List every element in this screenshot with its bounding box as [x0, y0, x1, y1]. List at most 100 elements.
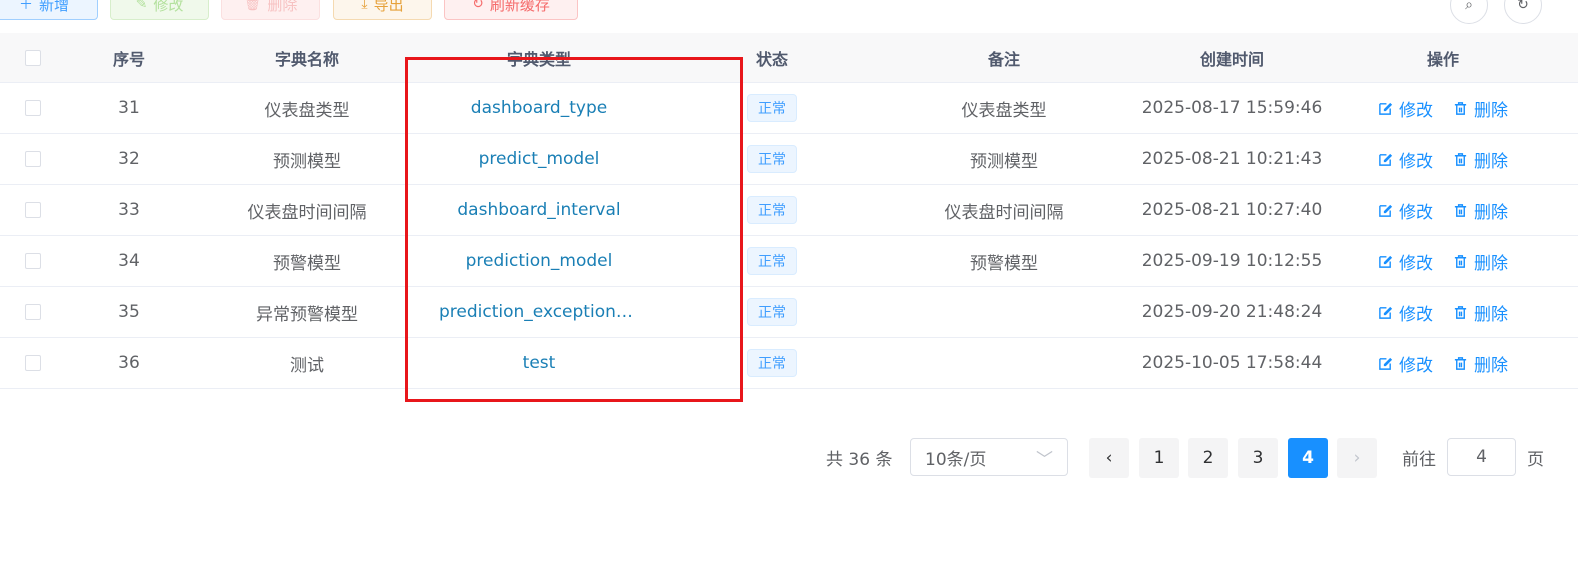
export-button[interactable]: ⤓ 导出: [333, 0, 432, 20]
row-edit-label: 修改: [1399, 151, 1433, 172]
status-badge: 正常: [747, 349, 797, 377]
row-type-link[interactable]: prediction_exception_…: [439, 302, 639, 322]
edit-button-label: 修改: [153, 0, 184, 14]
row-edit-button[interactable]: 修改: [1378, 96, 1433, 121]
page-button-2[interactable]: 2: [1188, 438, 1228, 478]
table-header: 序号 字典名称 字典类型 状态 备注 创建时间 操作: [0, 33, 1578, 83]
row-edit-button[interactable]: 修改: [1378, 300, 1433, 325]
row-delete-button[interactable]: 删除: [1453, 147, 1508, 172]
select-all-checkbox[interactable]: [25, 49, 41, 66]
refresh-cache-button-label: 刷新缓存: [489, 0, 550, 14]
row-delete-button[interactable]: 删除: [1453, 300, 1508, 325]
row-created: 2025-08-21 10:27:40: [1141, 200, 1323, 220]
row-edit-label: 修改: [1399, 253, 1433, 274]
status-badge: 正常: [747, 196, 797, 224]
row-created: 2025-09-19 10:12:55: [1141, 251, 1323, 271]
dict-table: 序号 字典名称 字典类型 状态 备注 创建时间 操作 31 仪表盘类型 dash…: [0, 33, 1578, 389]
row-checkbox[interactable]: [25, 202, 41, 218]
row-checkbox[interactable]: [25, 151, 41, 167]
row-edit-label: 修改: [1399, 202, 1433, 223]
header-actions: 操作: [1426, 49, 1459, 69]
refresh-icon: ↻: [472, 0, 484, 12]
refresh-cache-button[interactable]: ↻ 刷新缓存: [444, 0, 578, 20]
row-index: 36: [118, 353, 140, 373]
row-index: 32: [118, 149, 140, 169]
header-index: 序号: [112, 49, 145, 69]
row-name: 仪表盘类型: [264, 100, 350, 121]
row-edit-button[interactable]: 修改: [1378, 198, 1433, 223]
chevron-right-icon: ›: [1353, 448, 1361, 468]
row-delete-button[interactable]: 删除: [1453, 96, 1508, 121]
status-badge: 正常: [747, 298, 797, 326]
next-page-button[interactable]: ›: [1337, 438, 1377, 478]
total-count: 共 36 条: [826, 449, 893, 470]
row-type-link[interactable]: prediction_model: [466, 251, 613, 271]
row-type-link[interactable]: dashboard_interval: [457, 200, 620, 220]
row-index: 33: [118, 200, 140, 220]
row-delete-label: 删除: [1474, 253, 1508, 274]
edit-icon: [1379, 153, 1393, 166]
edit-icon: [1379, 102, 1393, 115]
table-row: 36 测试 test 正常 2025-10-05 17:58:44 修改 删除: [0, 338, 1578, 389]
table-row: 31 仪表盘类型 dashboard_type 正常 仪表盘类型 2025-08…: [0, 83, 1578, 134]
row-created: 2025-08-17 15:59:46: [1141, 98, 1323, 118]
row-type-link[interactable]: dashboard_type: [471, 98, 607, 118]
row-type-link[interactable]: test: [523, 353, 556, 373]
table-row: 32 预测模型 predict_model 正常 预测模型 2025-08-21…: [0, 134, 1578, 185]
row-name: 异常预警模型: [256, 304, 358, 325]
row-checkbox[interactable]: [25, 304, 41, 320]
add-button[interactable]: ＋ 新增: [0, 0, 98, 20]
row-delete-label: 删除: [1474, 355, 1508, 376]
header-type: 字典类型: [506, 49, 571, 69]
row-name: 仪表盘时间间隔: [247, 202, 367, 223]
page-button-3[interactable]: 3: [1238, 438, 1278, 478]
export-button-label: 导出: [373, 0, 404, 14]
edit-button[interactable]: ✎ 修改: [110, 0, 209, 20]
status-badge: 正常: [747, 145, 797, 173]
row-delete-button[interactable]: 删除: [1453, 198, 1508, 223]
trash-icon: [1454, 203, 1467, 217]
row-edit-button[interactable]: 修改: [1378, 147, 1433, 172]
status-badge: 正常: [747, 94, 797, 122]
row-checkbox[interactable]: [25, 100, 41, 116]
edit-icon: [1379, 204, 1393, 217]
delete-button[interactable]: 🗑 删除: [221, 0, 320, 20]
chevron-left-icon: ‹: [1105, 448, 1113, 468]
row-created: 2025-09-20 21:48:24: [1141, 302, 1323, 322]
trash-icon: [1454, 305, 1467, 319]
table-row: 35 异常预警模型 prediction_exception_… 正常 2025…: [0, 287, 1578, 338]
row-delete-button[interactable]: 删除: [1453, 351, 1508, 376]
table-row: 34 预警模型 prediction_model 正常 预警模型 2025-09…: [0, 236, 1578, 287]
row-edit-button[interactable]: 修改: [1378, 351, 1433, 376]
edit-icon: ✎: [135, 0, 148, 12]
page-button-4[interactable]: 4: [1288, 438, 1328, 478]
row-remark: 预警模型: [970, 253, 1038, 274]
row-created: 2025-10-05 17:58:44: [1141, 353, 1323, 373]
prev-page-button[interactable]: ‹: [1089, 438, 1129, 478]
row-type-link[interactable]: predict_model: [479, 149, 600, 169]
trash-icon: [1454, 152, 1467, 166]
trash-icon: [1454, 254, 1467, 268]
row-delete-button[interactable]: 删除: [1453, 249, 1508, 274]
row-checkbox[interactable]: [25, 253, 41, 269]
pagination: 共 36 条 10条/页 ﹀ ‹ 1 2 3 4 › 前往 4 页: [0, 437, 1578, 478]
edit-icon: [1379, 306, 1393, 319]
page-size-select[interactable]: 10条/页 ﹀: [910, 438, 1068, 476]
add-button-label: 新增: [38, 0, 69, 14]
row-name: 预测模型: [273, 151, 341, 172]
row-edit-label: 修改: [1399, 355, 1433, 376]
download-icon: ⤓: [361, 0, 368, 12]
goto-suffix: 页: [1527, 449, 1544, 470]
trash-icon: [1454, 356, 1467, 370]
page-button-1[interactable]: 1: [1139, 438, 1179, 478]
goto-page-input[interactable]: 4: [1447, 438, 1516, 476]
row-checkbox[interactable]: [25, 355, 41, 371]
search-icon: ⌕: [1465, 0, 1473, 13]
row-index: 34: [118, 251, 140, 271]
row-remark: [904, 287, 1104, 337]
row-remark: [904, 338, 1104, 388]
row-edit-button[interactable]: 修改: [1378, 249, 1433, 274]
header-status: 状态: [755, 49, 788, 69]
plus-icon: ＋: [18, 0, 33, 13]
chevron-down-icon: ﹀: [1036, 449, 1053, 470]
